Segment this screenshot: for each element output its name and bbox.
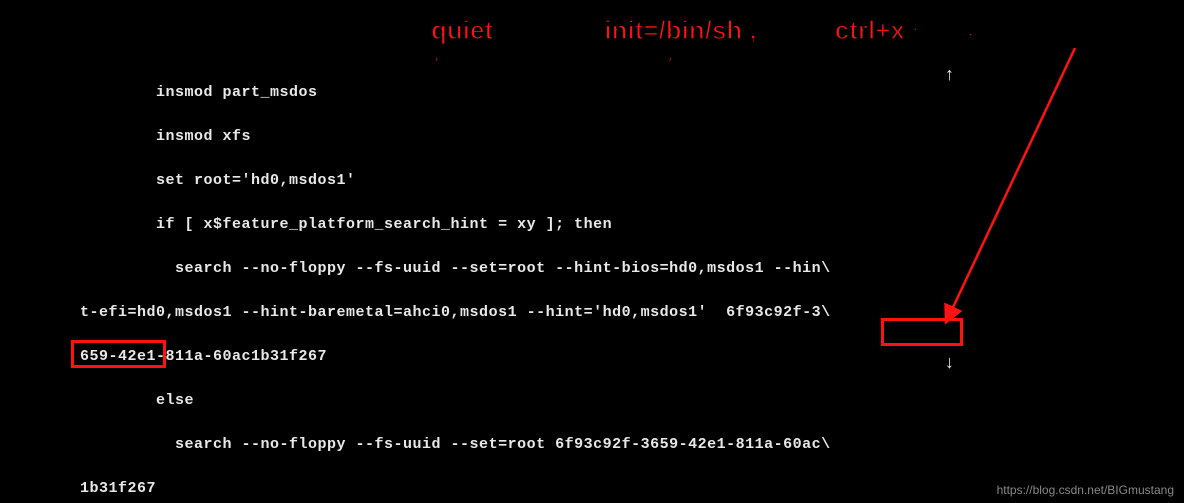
- grub-editor[interactable]: insmod part_msdos insmod xfs set root='h…: [80, 60, 831, 503]
- watermark: https://blog.csdn.net/BIGmustang: [997, 483, 1174, 497]
- anno-part: ,然后按: [742, 15, 834, 45]
- term-line: t-efi=hd0,msdos1 --hint-baremetal=ahci0,…: [80, 302, 831, 324]
- annotation-arrow: [940, 48, 1120, 338]
- scroll-down-icon: ↓: [944, 354, 955, 374]
- term-line: search --no-floppy --fs-uuid --set=root …: [80, 434, 831, 456]
- anno-ctrlx: ctrl+x: [835, 15, 905, 45]
- term-line: set root='hd0,msdos1': [80, 170, 831, 192]
- term-line: else: [80, 390, 831, 412]
- scroll-up-icon: ↑: [944, 66, 955, 86]
- anno-quiet: quiet: [431, 15, 493, 45]
- term-line: insmod xfs: [80, 126, 831, 148]
- anno-part: 确定，: [905, 15, 990, 45]
- highlight-binsh: [71, 340, 166, 368]
- anno-part: 后面添加: [493, 15, 604, 45]
- anno-init: init=/bin/sh: [604, 15, 742, 45]
- highlight-init: [881, 318, 963, 346]
- term-line: 1b31f267: [80, 478, 831, 500]
- term-line: search --no-floppy --fs-uuid --set=root …: [80, 258, 831, 280]
- term-line: insmod part_msdos: [80, 82, 831, 104]
- term-line: 659-42e1-811a-60ac1b31f267: [80, 346, 831, 368]
- term-line: if [ x$feature_platform_search_hint = xy…: [80, 214, 831, 236]
- anno-part: 在: [405, 15, 431, 45]
